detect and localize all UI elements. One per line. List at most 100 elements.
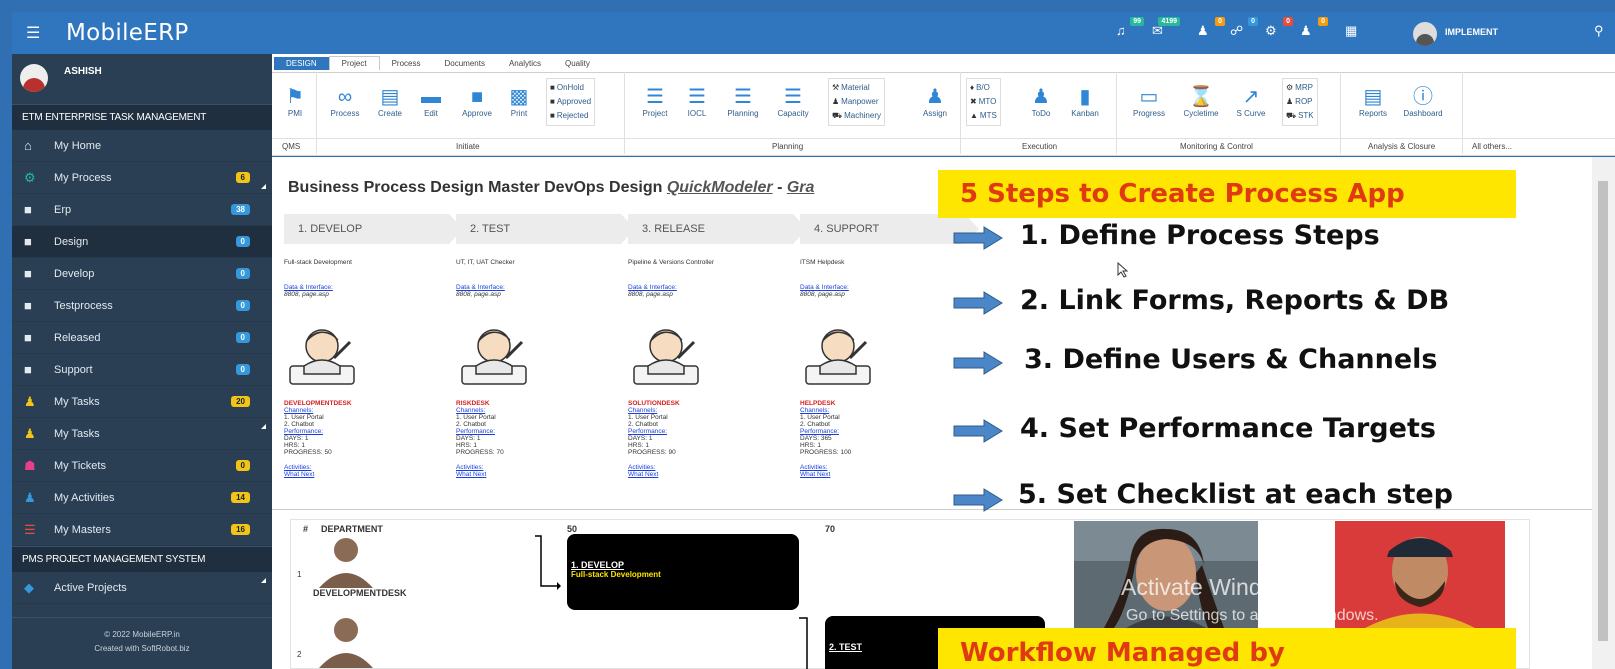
group-label-all-others[interactable]: All others... xyxy=(1472,142,1512,151)
expand-caret-icon[interactable] xyxy=(261,578,266,583)
data-interface-link[interactable]: Data & Interface: xyxy=(456,284,621,291)
iocl-button[interactable]: ☰ IOCL xyxy=(674,85,720,118)
mode-mts[interactable]: ▲ MTS xyxy=(970,109,997,123)
approve-button[interactable]: ■ Approve xyxy=(454,85,500,118)
pmi-button[interactable]: ⚑ PMI xyxy=(272,85,318,118)
status-approved[interactable]: ■ Approved xyxy=(550,95,591,109)
resource-machinery[interactable]: ⛟ Machinery xyxy=(832,109,881,123)
activities-link[interactable]: Activities: xyxy=(456,464,621,471)
activities-link[interactable]: Activities: xyxy=(284,464,449,471)
todo-button[interactable]: ♟ ToDo xyxy=(1018,85,1064,118)
arrow-right-icon xyxy=(953,226,1003,250)
sidebar-item-active-projects[interactable]: ◆ Active Projects xyxy=(12,572,272,604)
developer-illustration xyxy=(633,329,699,385)
expand-caret-icon[interactable] xyxy=(261,184,266,189)
tab-design[interactable]: DESIGN xyxy=(274,57,329,70)
dashboard-button[interactable]: ⓘ Dashboard xyxy=(1400,85,1446,118)
mode-mto[interactable]: ✖ MTO xyxy=(970,95,997,109)
step-release[interactable]: 3. RELEASE xyxy=(628,214,807,244)
sidebar-item-my-process[interactable]: ⚙ My Process 6 xyxy=(12,162,272,194)
sidebar-item-support[interactable]: ■ Support 0 xyxy=(12,354,272,386)
brand-name[interactable]: MobileERP xyxy=(66,20,189,46)
sidebar-item-my-tasks[interactable]: ♟ My Tasks 20 xyxy=(12,386,272,418)
what-next-link[interactable]: What Next xyxy=(284,471,449,478)
link-icon[interactable]: ☍ 0 xyxy=(1230,17,1258,41)
notification-icon[interactable]: ♫ 99 xyxy=(1116,17,1144,41)
hrs-value: HRS: 1 xyxy=(456,442,477,449)
graph-link[interactable]: Gra xyxy=(787,179,815,196)
desk-name[interactable]: HELPDESK xyxy=(800,400,965,407)
grid-icon[interactable]: ▦ xyxy=(1345,23,1365,41)
edit-button[interactable]: ▬ Edit xyxy=(408,85,454,118)
resource-manpower[interactable]: ♟ Manpower xyxy=(832,95,881,109)
capacity-button[interactable]: ☰ Capacity xyxy=(770,85,816,118)
desk-name[interactable]: RISKDESK xyxy=(456,400,621,407)
print-button[interactable]: ▩ Print xyxy=(496,85,542,118)
status-rejected[interactable]: ■ Rejected xyxy=(550,109,591,123)
step-develop[interactable]: 1. DEVELOP xyxy=(284,214,463,244)
sidebar-item-my-masters[interactable]: ☰ My Masters 16 xyxy=(12,514,272,546)
what-next-link[interactable]: What Next xyxy=(456,471,621,478)
data-page: 8808, page.asp xyxy=(800,291,845,298)
planning-button[interactable]: ☰ Planning xyxy=(720,85,766,118)
cycletime-button[interactable]: ⌛ Cycletime xyxy=(1178,85,1224,118)
activities-link[interactable]: Activities: xyxy=(628,464,793,471)
status-onhold[interactable]: ■ OnHold xyxy=(550,81,591,95)
scurve-button[interactable]: ↗ S Curve xyxy=(1228,85,1274,118)
key-icon[interactable]: ⚲ xyxy=(1594,23,1614,41)
sidebar-item-my-home[interactable]: ⌂ My Home xyxy=(12,130,272,162)
sidebar-item-my-activities[interactable]: ♟ My Activities 14 xyxy=(12,482,272,514)
quickmodeler-link[interactable]: QuickModeler xyxy=(667,179,773,196)
activities-link[interactable]: Activities: xyxy=(800,464,965,471)
create-button[interactable]: ▤ Create xyxy=(367,85,413,118)
mrp-item[interactable]: ⚙ MRP xyxy=(1286,81,1314,95)
overlay-step-4: 4. Set Performance Targets xyxy=(1020,413,1436,444)
kanban-button[interactable]: ▮ Kanban xyxy=(1062,85,1108,118)
reports-button[interactable]: ▤ Reports xyxy=(1350,85,1396,118)
sidebar-item-erp[interactable]: ■ Erp 38 xyxy=(12,194,272,226)
step-test[interactable]: 2. TEST xyxy=(456,214,635,244)
progress-button[interactable]: ▭ Progress xyxy=(1126,85,1172,118)
tab-project[interactable]: Project xyxy=(328,56,380,70)
step-type: Pipeline & Versions Controller xyxy=(628,259,714,266)
expand-caret-icon[interactable] xyxy=(261,424,266,429)
process-button[interactable]: ∞ Process xyxy=(322,85,368,118)
count-badge: 14 xyxy=(231,492,250,503)
sidebar-item-testprocess[interactable]: ■ Testprocess 0 xyxy=(12,290,272,322)
what-next-link[interactable]: What Next xyxy=(800,471,965,478)
step-column: Pipeline & Versions Controller Data & In… xyxy=(628,259,793,478)
project-button[interactable]: ☰ Project xyxy=(632,85,678,118)
assign-button[interactable]: ♟ Assign xyxy=(912,85,958,118)
avatar[interactable] xyxy=(1413,22,1437,46)
data-interface-link[interactable]: Data & Interface: xyxy=(800,284,965,291)
sidebar-item-released[interactable]: ■ Released 0 xyxy=(12,322,272,354)
tab-documents[interactable]: Documents xyxy=(432,57,496,70)
data-interface-link[interactable]: Data & Interface: xyxy=(284,284,449,291)
sidebar-item-my-tasks-2[interactable]: ♟ My Tasks xyxy=(12,418,272,450)
menu-icon[interactable]: ☰ xyxy=(26,23,66,43)
user-profile[interactable]: ASHISH xyxy=(12,54,272,104)
what-next-link[interactable]: What Next xyxy=(628,471,793,478)
tab-process[interactable]: Process xyxy=(380,57,433,70)
sidebar-item-design[interactable]: ■ Design 0 xyxy=(12,226,272,258)
user-alert-icon[interactable]: ♟ 0 xyxy=(1300,17,1328,41)
mode-bo[interactable]: ♦ B/O xyxy=(970,81,997,95)
task-icon[interactable]: ♟ 0 xyxy=(1197,17,1225,41)
sidebar-item-my-tickets[interactable]: ☗ My Tickets 0 xyxy=(12,450,272,482)
resource-material[interactable]: ⚒ Material xyxy=(832,81,881,95)
step-support[interactable]: 4. SUPPORT xyxy=(800,214,979,244)
scrollbar-thumb[interactable] xyxy=(1598,181,1608,641)
stk-item[interactable]: ⛟ STK xyxy=(1286,109,1314,123)
sidebar-item-develop[interactable]: ■ Develop 0 xyxy=(12,258,272,290)
vertical-scrollbar[interactable] xyxy=(1592,157,1615,669)
rop-item[interactable]: ♟ ROP xyxy=(1286,95,1314,109)
workflow-node-develop[interactable]: 1. DEVELOP Full-stack Development xyxy=(567,534,799,610)
tab-analytics[interactable]: Analytics xyxy=(497,57,553,70)
desk-name[interactable]: SOLUTIONDESK xyxy=(628,400,793,407)
user-menu[interactable]: IMPLEMENT xyxy=(1445,27,1498,37)
mail-icon[interactable]: ✉ 4199 xyxy=(1152,17,1180,41)
tab-quality[interactable]: Quality xyxy=(553,57,602,70)
data-interface-link[interactable]: Data & Interface: xyxy=(628,284,793,291)
settings-icon[interactable]: ⚙ 0 xyxy=(1265,17,1293,41)
desk-name[interactable]: DEVELOPMENTDESK xyxy=(284,400,449,407)
